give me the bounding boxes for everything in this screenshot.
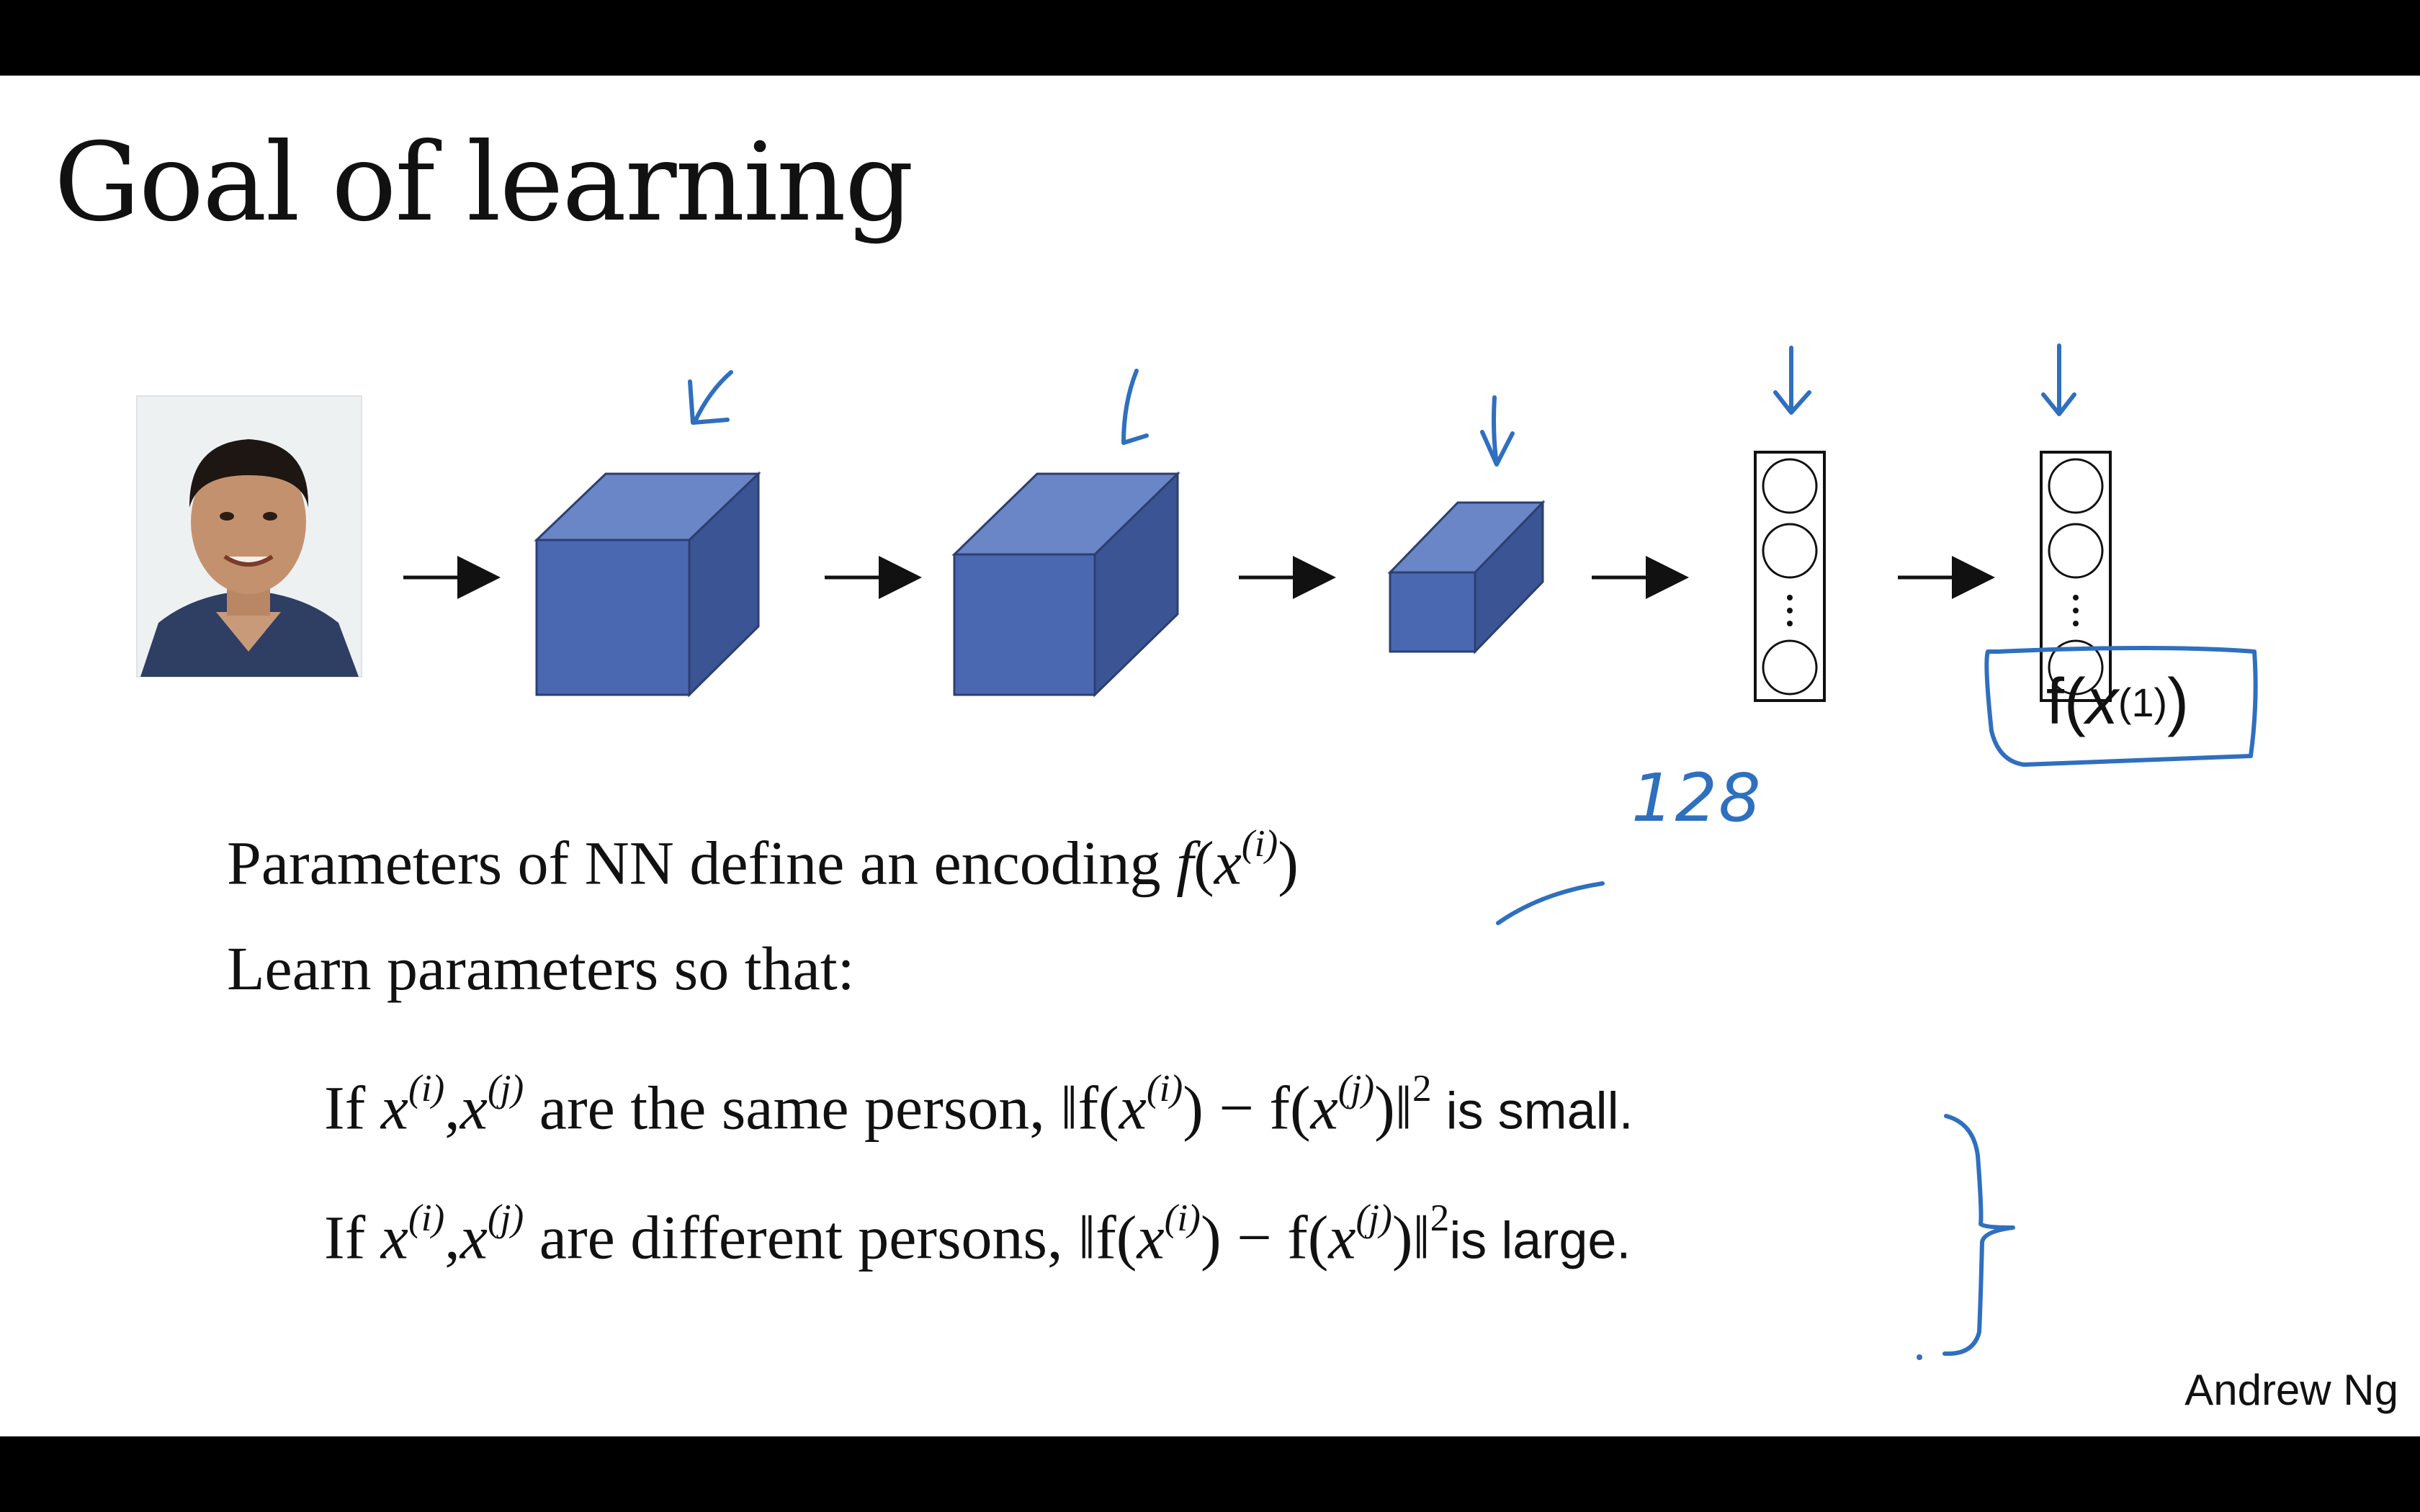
line3-power: 2 — [1412, 1066, 1432, 1110]
hand-drawn-arrow-icon — [1480, 395, 1515, 467]
annotation-128: 128 — [1631, 760, 1762, 837]
line3-comma: , — [444, 1073, 460, 1143]
encoding-x: x — [2085, 665, 2118, 738]
line3-norm-close: )‖ — [1374, 1073, 1412, 1143]
fc-layer-1 — [1754, 451, 1826, 702]
slide: Goal of learning f(x (1)) 128 Paramete… — [0, 76, 2420, 1436]
line4-if: If — [324, 1202, 381, 1272]
line3-s1: (i) — [1146, 1066, 1183, 1110]
encoding-label: f(x (1)) — [1988, 648, 2247, 756]
line4-sup-j: (j) — [487, 1196, 524, 1239]
dimension-annotation-line — [1496, 881, 1605, 925]
line3-minus: ) − f( — [1183, 1073, 1311, 1143]
encoding-sup: (1) — [2118, 679, 2168, 725]
hand-drawn-arrow-icon — [688, 370, 733, 425]
line1-sup: (i) — [1241, 822, 1278, 865]
curly-brace-icon — [1942, 1114, 2015, 1356]
line4-x2: x — [1328, 1202, 1356, 1272]
line4-x1: x — [1137, 1202, 1165, 1272]
line3-s2: (j) — [1337, 1066, 1375, 1110]
line3-if: If — [324, 1073, 381, 1143]
line1-text: Parameters of NN define an encoding — [227, 828, 1177, 898]
line4-sup-i: (i) — [408, 1196, 445, 1239]
encoding-close: ) — [2167, 665, 2190, 738]
hand-drawn-arrow-icon — [1773, 346, 1811, 415]
line3-middle: are the same person, — [524, 1073, 1061, 1143]
line4-norm-close: )‖ — [1392, 1202, 1430, 1272]
text-line-encoding: Parameters of NN define an encoding f(x(… — [227, 821, 1299, 899]
conv-volume-1 — [534, 471, 761, 698]
line3-norm-open: ‖f( — [1060, 1073, 1119, 1143]
text-line-same-person: If x(i),x(j) are the same person, ‖f(x(i… — [324, 1066, 1634, 1143]
line1-open: ( — [1193, 828, 1214, 898]
line3-tail: is small. — [1431, 1082, 1634, 1140]
line4-s2: (j) — [1355, 1196, 1392, 1239]
line4-xj: x — [460, 1202, 488, 1272]
line4-power: 2 — [1430, 1196, 1450, 1239]
line4-tail: is large. — [1449, 1212, 1631, 1270]
line1-f: f — [1176, 828, 1194, 898]
conv-volume-3 — [1387, 500, 1546, 654]
line3-sup-i: (i) — [408, 1066, 445, 1110]
line4-minus: ) − f( — [1200, 1202, 1329, 1272]
hand-drawn-arrow-icon — [2041, 343, 2076, 416]
line3-x2: x — [1310, 1073, 1338, 1143]
video-letterbox-bottom — [0, 1436, 2420, 1512]
line1-x: x — [1214, 828, 1242, 898]
text-line-learn: Learn parameters so that: — [227, 934, 855, 1003]
encoding-f: f( — [2045, 665, 2086, 738]
line4-s1: (i) — [1164, 1196, 1201, 1239]
hand-drawn-arrow-icon — [1121, 369, 1149, 445]
line3-x1: x — [1119, 1073, 1147, 1143]
line3-xi: x — [380, 1073, 408, 1143]
face-photo — [136, 395, 362, 678]
line4-norm-open: ‖f( — [1078, 1202, 1137, 1272]
line3-xj: x — [460, 1073, 488, 1143]
text-line-different-persons: If x(i),x(j) are different persons, ‖f(x… — [324, 1195, 1631, 1273]
line1-close: ) — [1278, 828, 1299, 898]
author-credit: Andrew Ng — [2184, 1366, 2398, 1414]
conv-volume-2 — [951, 471, 1180, 698]
video-letterbox-top — [0, 0, 2420, 76]
line4-xi: x — [380, 1202, 408, 1272]
line4-middle: are different persons, — [524, 1202, 1078, 1272]
line4-comma: , — [444, 1202, 460, 1272]
line3-sup-j: (j) — [487, 1066, 524, 1110]
